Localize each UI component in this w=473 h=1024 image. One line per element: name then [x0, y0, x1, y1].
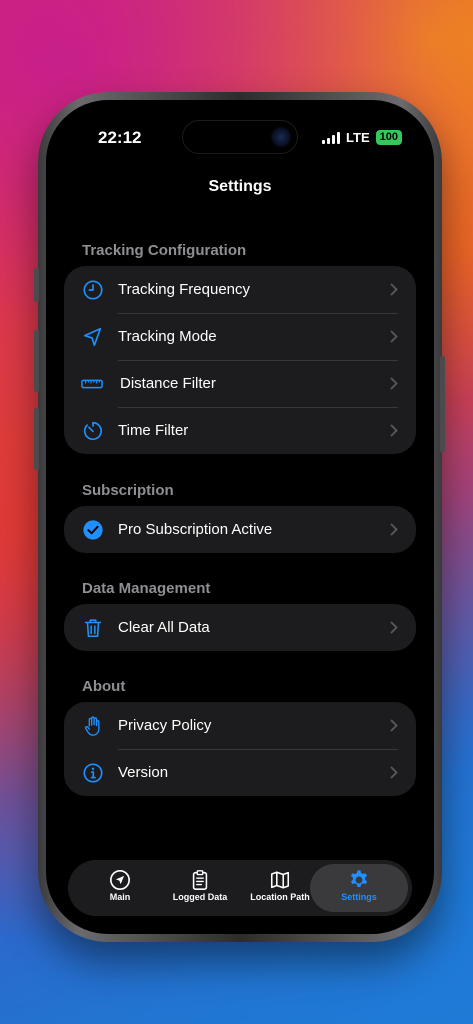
location-arrow-circle-icon: [110, 870, 130, 890]
row-label: Time Filter: [118, 422, 189, 439]
group-about: Privacy Policy Version: [64, 702, 416, 796]
signal-bars-icon: [322, 131, 341, 144]
section-header-tracking: Tracking Configuration: [82, 242, 247, 259]
row-privacy-policy[interactable]: Privacy Policy: [64, 702, 416, 749]
timer-icon: [83, 421, 102, 441]
tab-label: Logged Data: [172, 892, 228, 902]
page-title: Settings: [208, 178, 272, 195]
row-label: Privacy Policy: [118, 717, 212, 734]
location-arrow-icon: [83, 327, 102, 347]
clipboard-icon: [192, 870, 208, 890]
tab-location-path[interactable]: Location Path: [240, 864, 320, 912]
tab-main[interactable]: Main: [80, 864, 160, 912]
checkmark-circle-icon: [83, 520, 103, 540]
ruler-icon: [81, 379, 103, 389]
chevron-right-icon: [390, 523, 398, 536]
volume-up-button: [34, 330, 39, 392]
row-label: Clear All Data: [118, 619, 210, 636]
status-indicators: LTE 100: [322, 130, 402, 145]
chevron-right-icon: [390, 377, 398, 390]
row-time-filter[interactable]: Time Filter: [64, 407, 416, 454]
chevron-right-icon: [390, 621, 398, 634]
chevron-right-icon: [390, 766, 398, 779]
row-label: Tracking Mode: [118, 328, 217, 345]
info-circle-icon: [83, 763, 103, 783]
row-label: Distance Filter: [120, 375, 216, 392]
camera-icon: [270, 126, 292, 148]
status-time: 22:12: [98, 128, 142, 147]
group-data-management: Clear All Data: [64, 604, 416, 651]
screen: 22:12 LTE 100 Settings Tracking Configur…: [46, 100, 434, 934]
row-pro-subscription[interactable]: Pro Subscription Active: [64, 506, 416, 553]
volume-down-button: [34, 408, 39, 470]
trash-icon: [84, 619, 102, 638]
chevron-right-icon: [390, 424, 398, 437]
battery-icon: 100: [375, 130, 402, 145]
row-label: Pro Subscription Active: [118, 521, 273, 538]
tab-logged-data[interactable]: Logged Data: [160, 864, 240, 912]
chevron-right-icon: [390, 330, 398, 343]
row-tracking-mode[interactable]: Tracking Mode: [64, 313, 416, 360]
map-icon: [270, 871, 290, 889]
network-label: LTE: [346, 130, 370, 145]
hand-raised-icon: [84, 716, 100, 736]
row-tracking-frequency[interactable]: Tracking Frequency: [64, 266, 416, 313]
tab-bar: Main Logged Data Location Path Settings: [68, 860, 412, 916]
chevron-right-icon: [390, 283, 398, 296]
row-label: Tracking Frequency: [118, 281, 250, 298]
row-version[interactable]: Version: [64, 749, 416, 796]
gear-icon: [350, 870, 368, 887]
tab-label: Settings: [341, 892, 377, 902]
chevron-right-icon: [390, 719, 398, 732]
row-label: Version: [118, 764, 169, 781]
section-header-data: Data Management: [82, 580, 211, 597]
group-subscription: Pro Subscription Active: [64, 506, 416, 553]
power-button: [440, 356, 445, 452]
section-header-subscription: Subscription: [82, 482, 174, 499]
clock-icon: [83, 280, 103, 300]
action-button: [34, 268, 39, 302]
row-distance-filter[interactable]: Distance Filter: [64, 360, 416, 407]
section-header-about: About: [82, 678, 126, 695]
row-clear-all-data[interactable]: Clear All Data: [64, 604, 416, 651]
group-tracking: Tracking Frequency Tracking Mode Distanc…: [64, 266, 416, 454]
tab-label: Main: [109, 892, 131, 902]
tab-settings[interactable]: Settings: [310, 864, 408, 912]
tab-label: Location Path: [250, 892, 310, 902]
